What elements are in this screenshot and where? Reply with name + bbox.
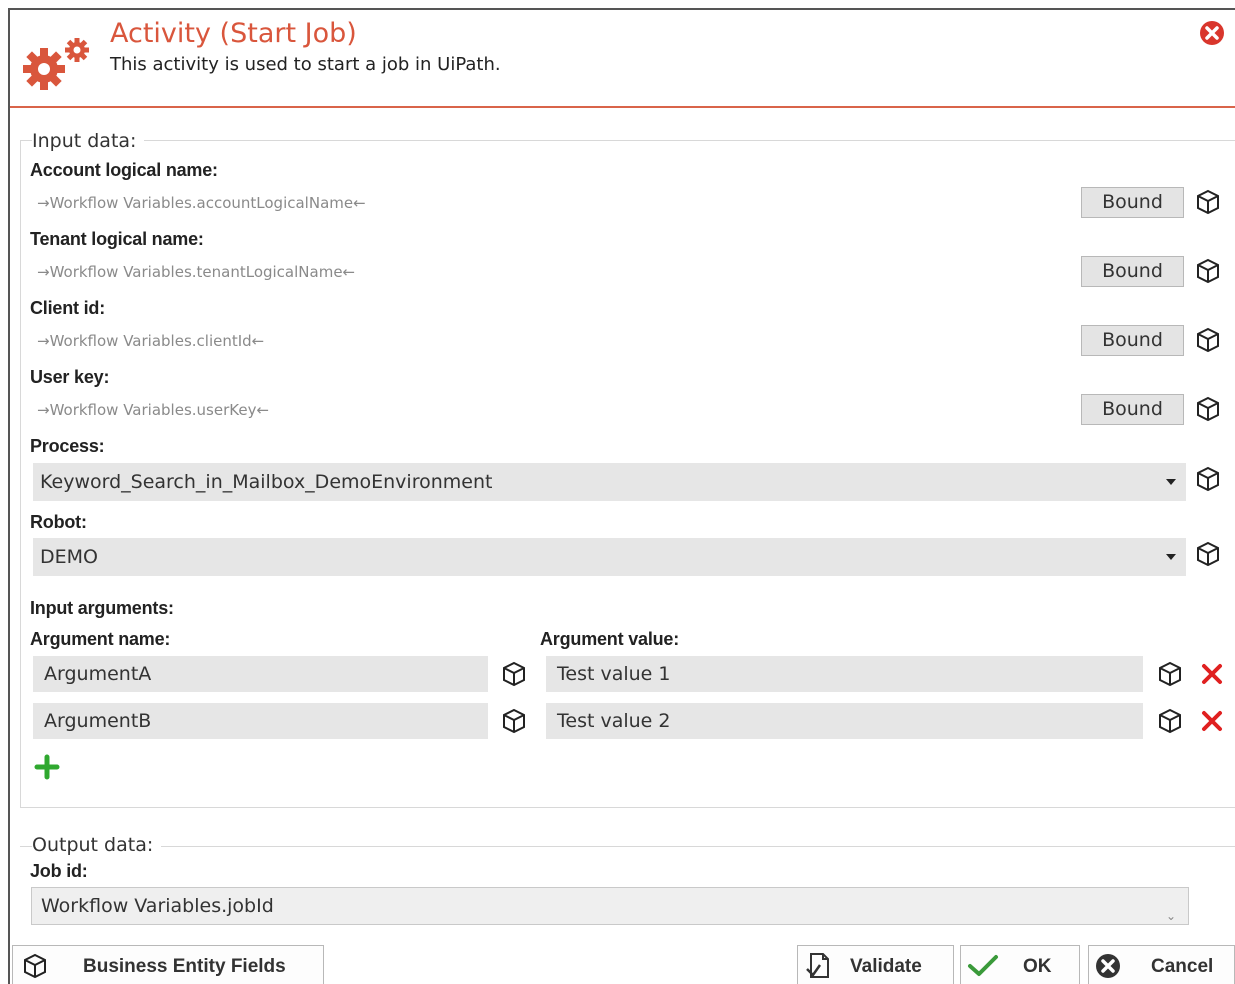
input-data-legend: Input data: xyxy=(32,130,145,152)
cancel-button[interactable]: Cancel xyxy=(1088,945,1235,984)
ok-button[interactable]: OK xyxy=(960,945,1080,984)
process-value: Keyword_Search_in_Mailbox_DemoEnvironmen… xyxy=(40,471,493,493)
job-id-select[interactable]: Workflow Variables.jobId ⌄ xyxy=(31,887,1189,925)
group-border xyxy=(20,140,32,141)
dialog-header: Activity (Start Job) This activity is us… xyxy=(10,10,1235,108)
argument-value-input[interactable]: Test value 2 xyxy=(546,703,1143,739)
delete-x-icon[interactable] xyxy=(1201,663,1223,685)
tenant-logical-name-bound-button[interactable]: Bound xyxy=(1081,256,1184,287)
delete-x-icon[interactable] xyxy=(1201,710,1223,732)
client-id-label: Client id: xyxy=(30,298,105,318)
user-key-binding: →Workflow Variables.userKey← xyxy=(37,401,270,419)
client-id-binding: →Workflow Variables.clientId← xyxy=(37,332,265,350)
argument-value-input[interactable]: Test value 1 xyxy=(546,656,1143,692)
user-key-bound-button[interactable]: Bound xyxy=(1081,394,1184,425)
cube-icon[interactable] xyxy=(1194,465,1222,493)
chevron-down-icon xyxy=(1166,554,1176,560)
cancel-circle-icon xyxy=(1096,954,1120,978)
chevron-down-icon xyxy=(1166,479,1176,485)
cube-icon[interactable] xyxy=(1194,326,1222,354)
argument-name-input[interactable]: ArgumentA xyxy=(33,656,488,692)
input-arguments-label: Input arguments: xyxy=(30,598,174,618)
account-logical-name-label: Account logical name: xyxy=(30,160,218,180)
cube-icon[interactable] xyxy=(500,660,528,688)
start-job-dialog: Activity (Start Job) This activity is us… xyxy=(8,8,1235,984)
cube-icon[interactable] xyxy=(1156,660,1184,688)
argument-name-input[interactable]: ArgumentB xyxy=(33,703,488,739)
output-data-legend: Output data: xyxy=(32,834,162,856)
robot-label: Robot: xyxy=(30,512,87,532)
close-circle-icon[interactable] xyxy=(1199,20,1225,46)
ok-label: OK xyxy=(1023,956,1052,977)
cube-icon[interactable] xyxy=(1194,395,1222,423)
tenant-logical-name-binding: →Workflow Variables.tenantLogicalName← xyxy=(37,263,356,281)
robot-value: DEMO xyxy=(40,546,98,568)
process-select[interactable]: Keyword_Search_in_Mailbox_DemoEnvironmen… xyxy=(33,463,1186,501)
group-border xyxy=(20,846,32,847)
validate-label: Validate xyxy=(850,956,922,977)
process-label: Process: xyxy=(30,436,105,456)
checkmark-icon xyxy=(968,955,998,976)
dialog-subtitle: This activity is used to start a job in … xyxy=(110,54,501,75)
group-border xyxy=(140,140,1235,141)
validate-button[interactable]: Validate xyxy=(797,945,954,984)
job-id-value: Workflow Variables.jobId xyxy=(41,895,274,917)
cancel-label: Cancel xyxy=(1151,956,1214,977)
tenant-logical-name-label: Tenant logical name: xyxy=(30,229,204,249)
cube-icon[interactable] xyxy=(1156,707,1184,735)
plus-icon[interactable] xyxy=(34,754,60,780)
cube-icon[interactable] xyxy=(500,707,528,735)
chevron-down-icon: ⌄ xyxy=(1165,909,1176,923)
account-logical-name-binding: →Workflow Variables.accountLogicalName← xyxy=(37,194,366,212)
business-entity-fields-button[interactable]: Business Entity Fields xyxy=(12,945,324,984)
cube-icon[interactable] xyxy=(1194,188,1222,216)
cube-icon xyxy=(24,953,46,979)
dialog-title: Activity (Start Job) xyxy=(110,18,357,49)
job-id-label: Job id: xyxy=(30,861,88,881)
validate-document-icon xyxy=(806,953,829,978)
account-logical-name-bound-button[interactable]: Bound xyxy=(1081,187,1184,218)
user-key-label: User key: xyxy=(30,367,110,387)
cube-icon[interactable] xyxy=(1194,257,1222,285)
gears-icon xyxy=(22,32,100,94)
group-border xyxy=(160,846,1235,847)
client-id-bound-button[interactable]: Bound xyxy=(1081,325,1184,356)
argument-value-header: Argument value: xyxy=(540,629,680,649)
business-entity-fields-label: Business Entity Fields xyxy=(83,956,286,977)
cube-icon[interactable] xyxy=(1194,540,1222,568)
argument-name-header: Argument name: xyxy=(30,629,171,649)
robot-select[interactable]: DEMO xyxy=(33,538,1186,576)
